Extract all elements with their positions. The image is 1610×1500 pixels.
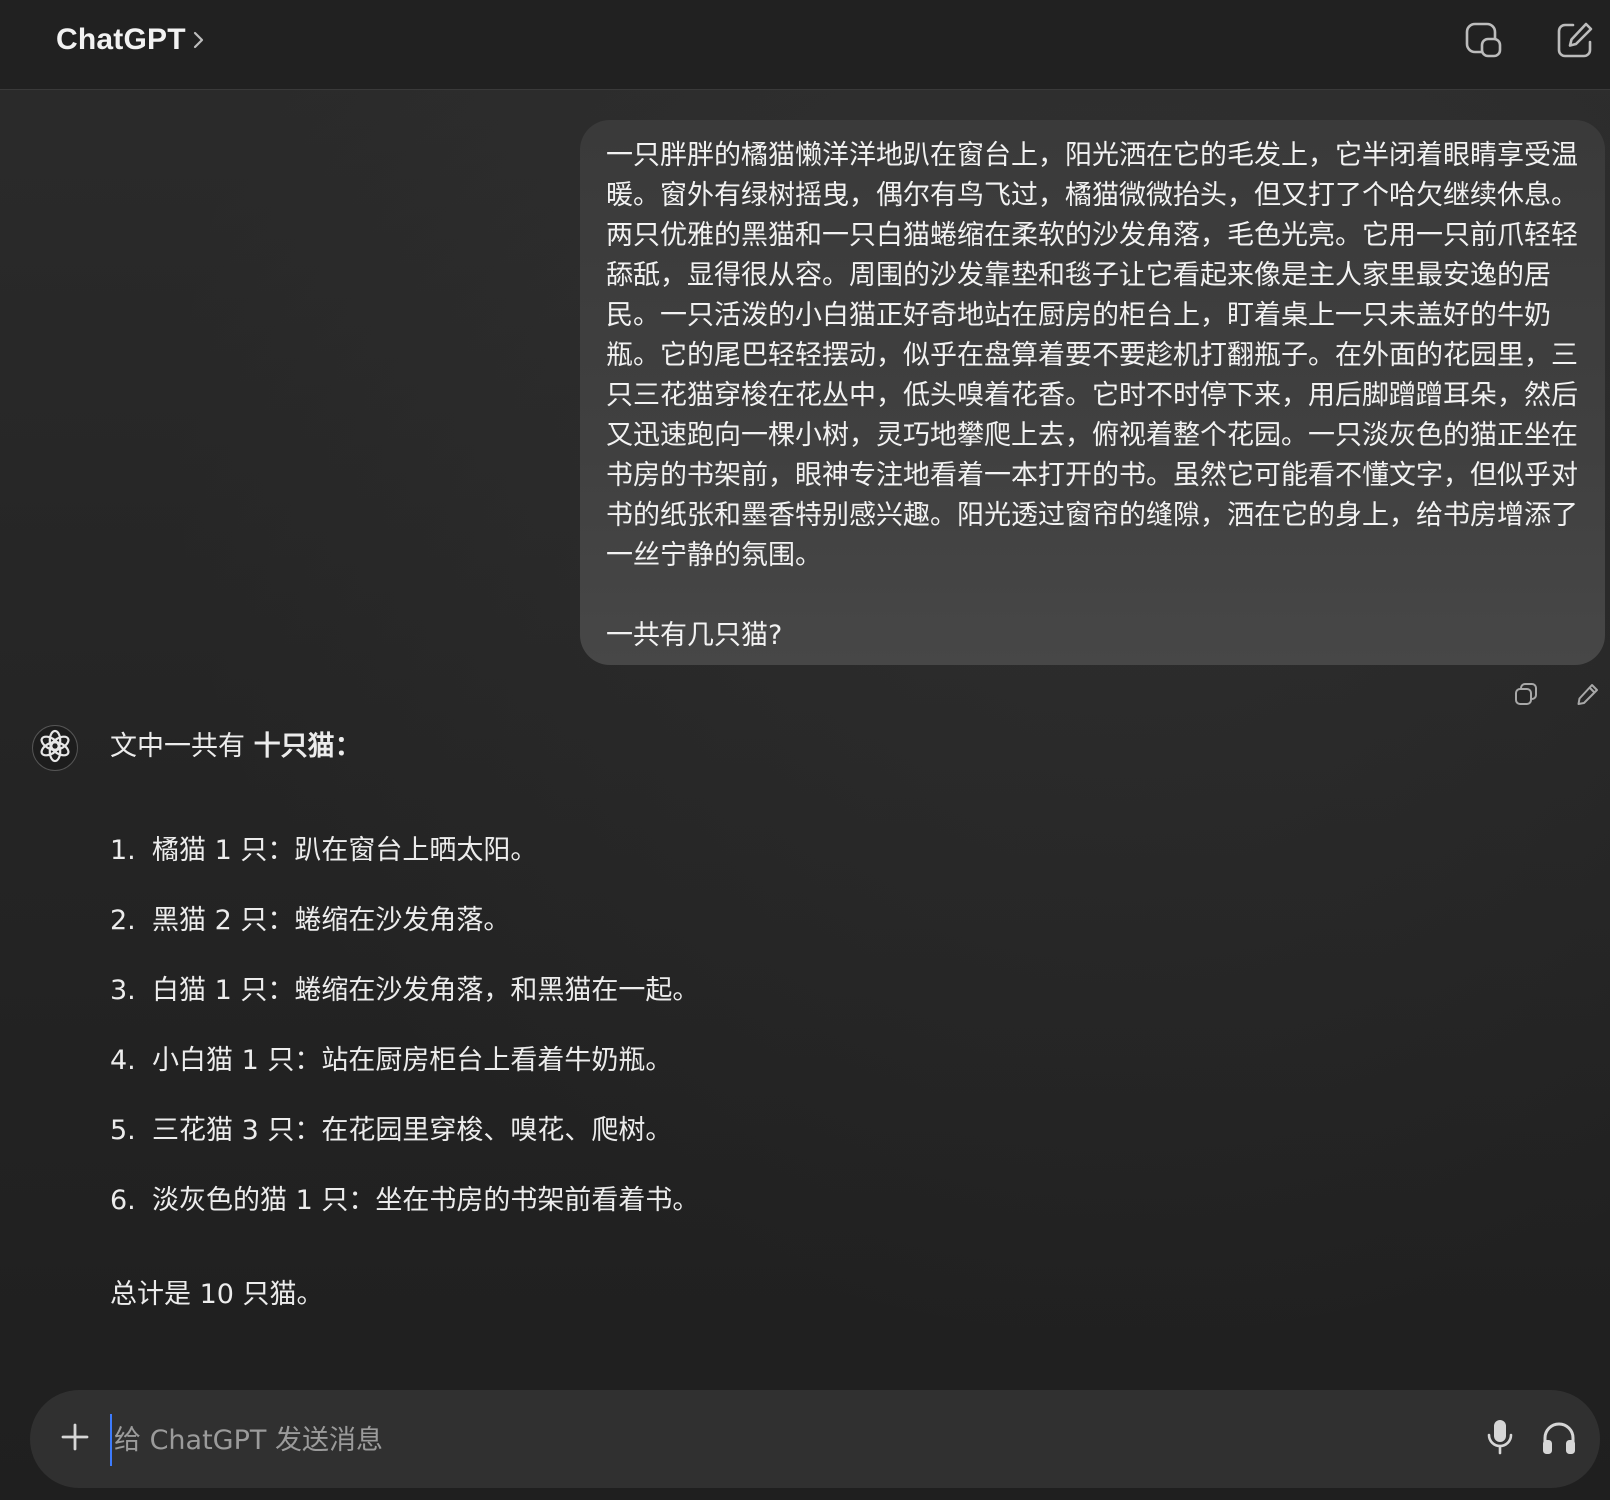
new-chat-icon [1555, 20, 1595, 64]
list-item-text: 橘猫 1 只：趴在窗台上晒太阳。 [152, 835, 538, 866]
edit-message-button[interactable] [1572, 680, 1604, 712]
list-item-number: 1. [110, 835, 136, 866]
app-title: ChatGPT [56, 23, 186, 56]
list-item: 1. 橘猫 1 只：趴在窗台上晒太阳。 [110, 829, 1510, 873]
edit-pencil-icon [1575, 681, 1601, 711]
message-input[interactable] [110, 1414, 1416, 1466]
model-selector[interactable]: ChatGPT [56, 22, 206, 58]
assistant-avatar [32, 725, 78, 771]
assistant-message: 文中一共有 十只猫： 1. 橘猫 1 只：趴在窗台上晒太阳。 2. 黑猫 2 只… [110, 725, 1510, 1317]
copy-message-button[interactable] [1510, 680, 1542, 712]
chevron-right-icon [192, 30, 206, 50]
list-item-number: 4. [110, 1045, 136, 1076]
top-bar: ChatGPT [0, 0, 1610, 90]
plus-icon [59, 1421, 91, 1457]
list-item-text: 三花猫 3 只：在花园里穿梭、嗅花、爬树。 [152, 1115, 673, 1146]
answer-intro: 文中一共有 十只猫： [110, 725, 1510, 769]
copy-icon [1464, 20, 1504, 64]
headphones-icon [1539, 1417, 1579, 1461]
intro-suffix: ： [334, 731, 362, 762]
copy-chat-button[interactable] [1462, 20, 1506, 64]
list-item-text: 淡灰色的猫 1 只：坐在书房的书架前看着书。 [152, 1185, 700, 1216]
list-item-number: 2. [110, 905, 136, 936]
attach-button[interactable] [52, 1416, 98, 1462]
dictate-button[interactable] [1480, 1415, 1520, 1463]
copy-icon [1513, 681, 1539, 711]
list-item-number: 5. [110, 1115, 136, 1146]
cat-list: 1. 橘猫 1 只：趴在窗台上晒太阳。 2. 黑猫 2 只：蜷缩在沙发角落。 3… [110, 829, 1510, 1223]
chat-window: ChatGPT 一只胖胖的橘猫懒洋洋地趴在窗台上，阳光洒在它的毛发上，它半闭着眼… [0, 0, 1610, 1500]
voice-mode-button[interactable] [1535, 1415, 1583, 1463]
list-item: 3. 白猫 1 只：蜷缩在沙发角落，和黑猫在一起。 [110, 969, 1510, 1013]
user-message-text: 一只胖胖的橘猫懒洋洋地趴在窗台上，阳光洒在它的毛发上，它半闭着眼睛享受温暖。窗外… [606, 140, 1578, 571]
openai-logo-icon [38, 729, 72, 767]
list-item-number: 6. [110, 1185, 136, 1216]
new-chat-button[interactable] [1553, 20, 1597, 64]
list-item-text: 白猫 1 只：蜷缩在沙发角落，和黑猫在一起。 [152, 975, 700, 1006]
list-item: 6. 淡灰色的猫 1 只：坐在书房的书架前看着书。 [110, 1179, 1510, 1223]
list-item-text: 黑猫 2 只：蜷缩在沙发角落。 [152, 905, 511, 936]
user-message-bubble: 一只胖胖的橘猫懒洋洋地趴在窗台上，阳光洒在它的毛发上，它半闭着眼睛享受温暖。窗外… [580, 120, 1605, 665]
list-item-number: 3. [110, 975, 136, 1006]
list-item: 5. 三花猫 3 只：在花园里穿梭、嗅花、爬树。 [110, 1109, 1510, 1153]
user-message-actions [1510, 680, 1604, 712]
list-item-text: 小白猫 1 只：站在厨房柜台上看着牛奶瓶。 [152, 1045, 673, 1076]
intro-prefix: 文中一共有 [110, 731, 254, 762]
list-item: 4. 小白猫 1 只：站在厨房柜台上看着牛奶瓶。 [110, 1039, 1510, 1083]
user-question: 一共有几只猫? [606, 620, 783, 651]
list-item: 2. 黑猫 2 只：蜷缩在沙发角落。 [110, 899, 1510, 943]
intro-emphasis: 十只猫 [253, 731, 335, 762]
microphone-icon [1485, 1417, 1515, 1461]
message-composer [30, 1390, 1600, 1488]
answer-total: 总计是 10 只猫。 [110, 1279, 324, 1310]
